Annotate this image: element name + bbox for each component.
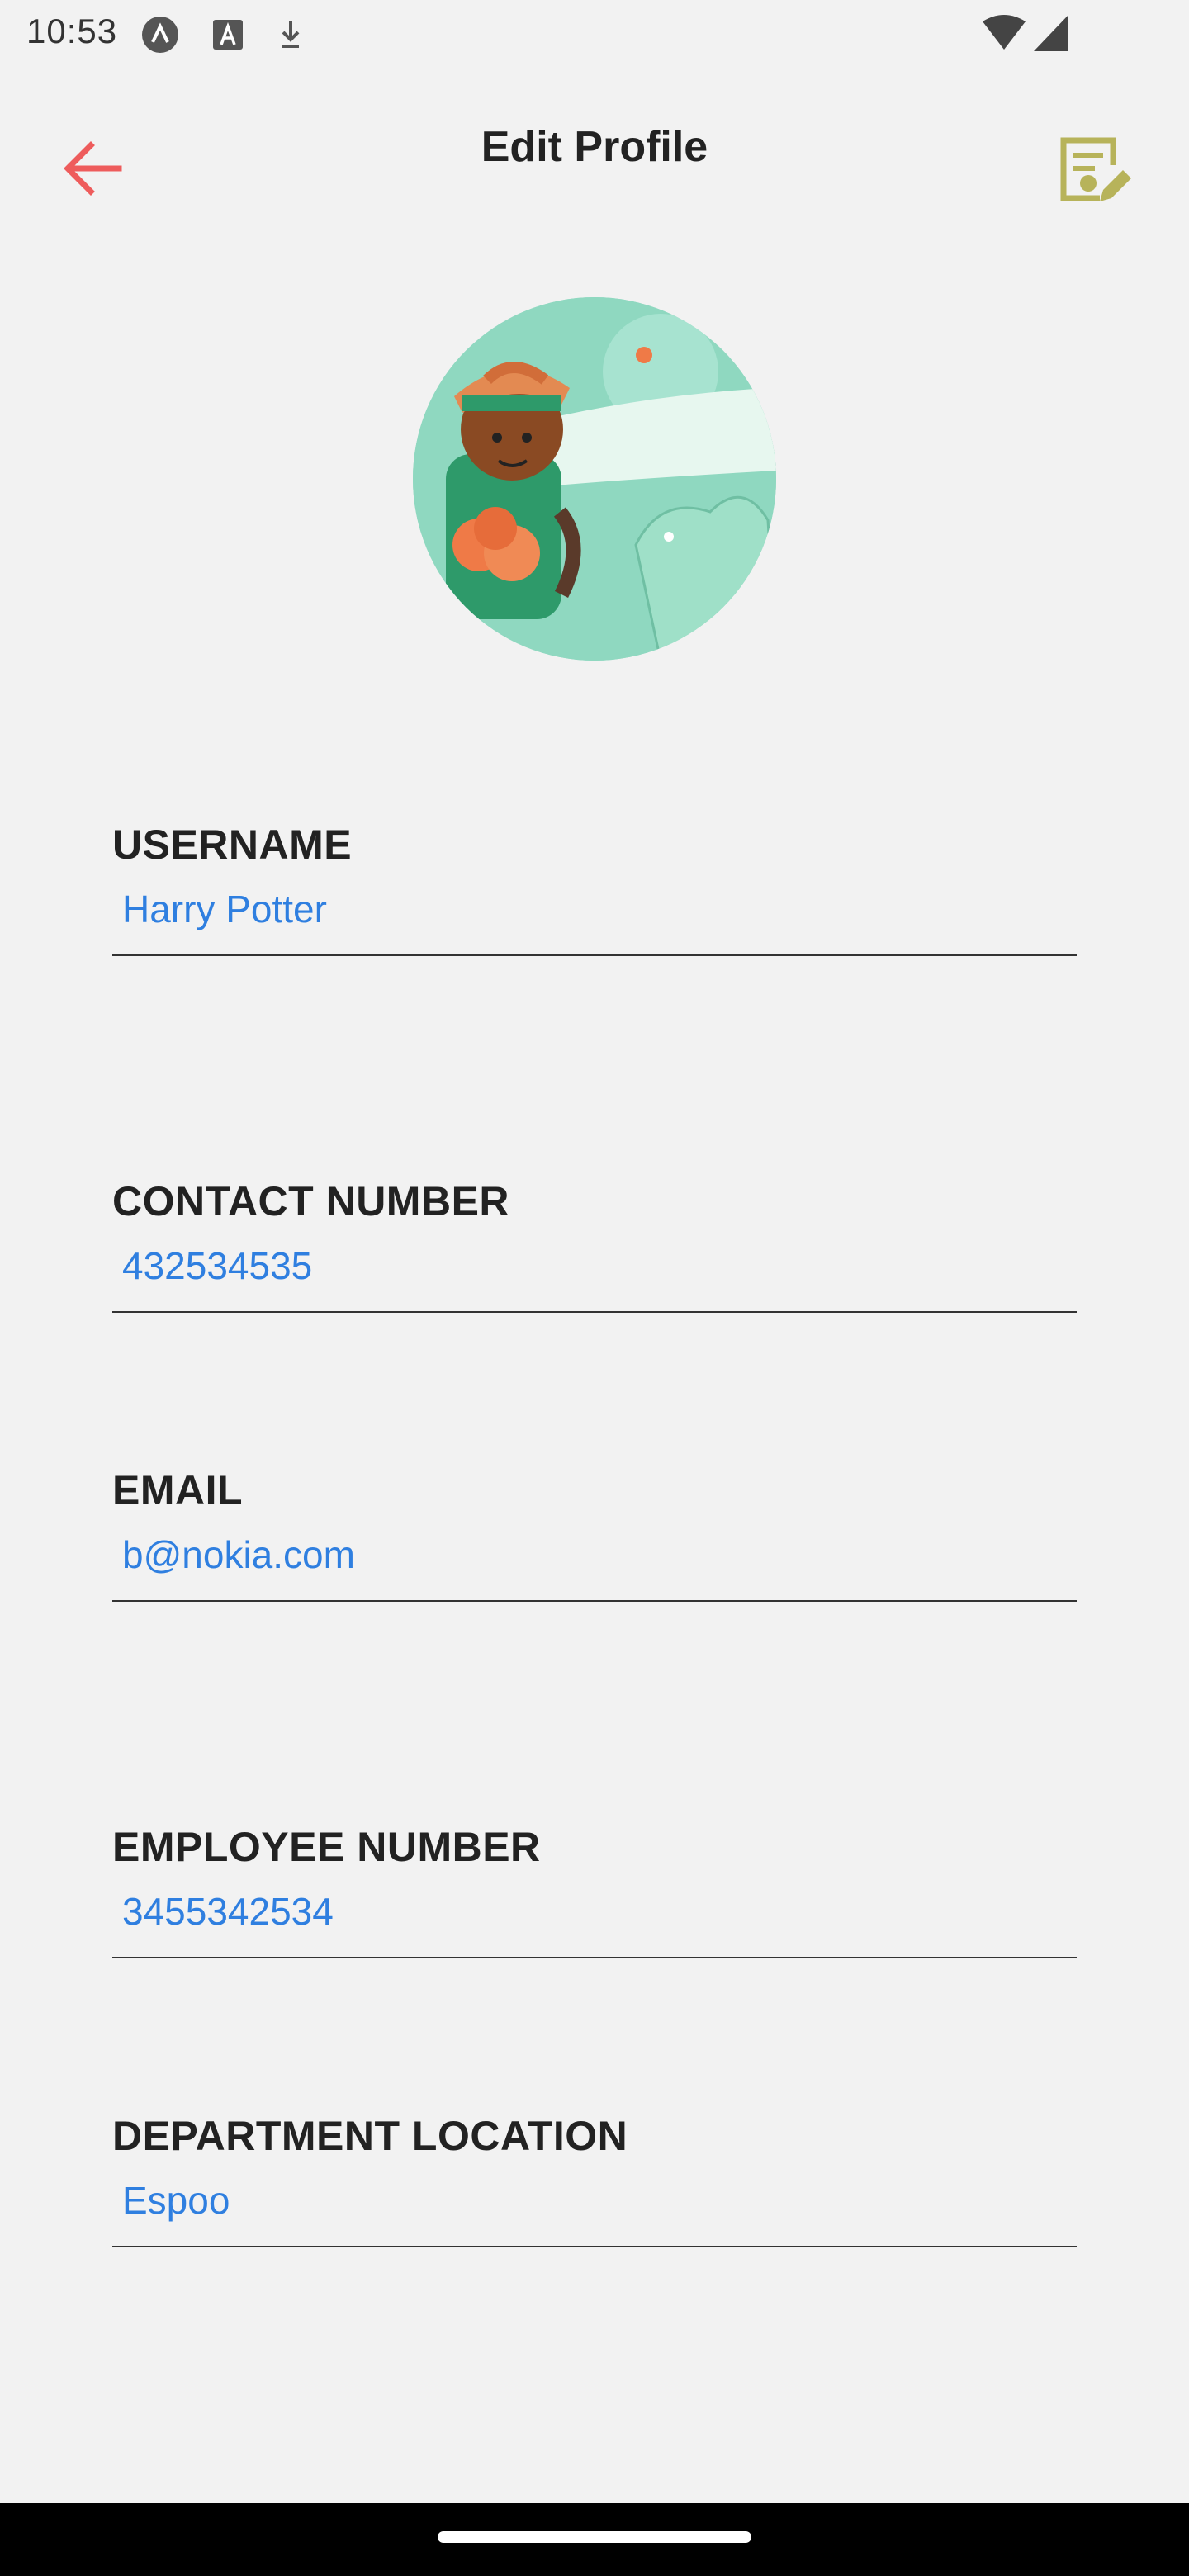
a-badge-icon xyxy=(140,15,180,54)
home-indicator[interactable] xyxy=(438,2531,751,2543)
contact-number-label: CONTACT NUMBER xyxy=(112,1178,510,1224)
employee-number-label: EMPLOYEE NUMBER xyxy=(112,1824,541,1870)
wifi-icon xyxy=(981,13,1027,57)
text-a-icon xyxy=(208,15,248,54)
contact-number-input[interactable] xyxy=(112,1243,1077,1313)
department-location-input[interactable] xyxy=(112,2178,1077,2247)
contact-number-field: CONTACT NUMBER xyxy=(112,1177,1077,1313)
save-edit-button[interactable] xyxy=(1044,122,1143,221)
department-location-label: DEPARTMENT LOCATION xyxy=(112,2113,628,2159)
username-label: USERNAME xyxy=(112,822,353,868)
download-icon xyxy=(271,15,310,54)
cellular-signal-icon xyxy=(1032,13,1070,57)
employee-number-field: EMPLOYEE NUMBER xyxy=(112,1823,1077,1958)
employee-number-input[interactable] xyxy=(112,1889,1077,1958)
status-time: 10:53 xyxy=(26,12,118,50)
username-input[interactable] xyxy=(112,887,1077,956)
app-bar: Edit Profile xyxy=(0,99,1189,231)
edit-document-icon xyxy=(1052,129,1135,215)
avatar[interactable] xyxy=(413,297,776,661)
username-field: USERNAME xyxy=(112,821,1077,956)
email-input[interactable] xyxy=(112,1532,1077,1602)
page-title: Edit Profile xyxy=(481,123,708,171)
email-label: EMAIL xyxy=(112,1467,244,1513)
status-bar: 10:53 xyxy=(0,0,1189,69)
department-location-field: DEPARTMENT LOCATION xyxy=(112,2112,1077,2247)
avatar-illustration xyxy=(413,297,776,661)
email-field: EMAIL xyxy=(112,1466,1077,1602)
system-navigation-bar xyxy=(0,2503,1189,2576)
